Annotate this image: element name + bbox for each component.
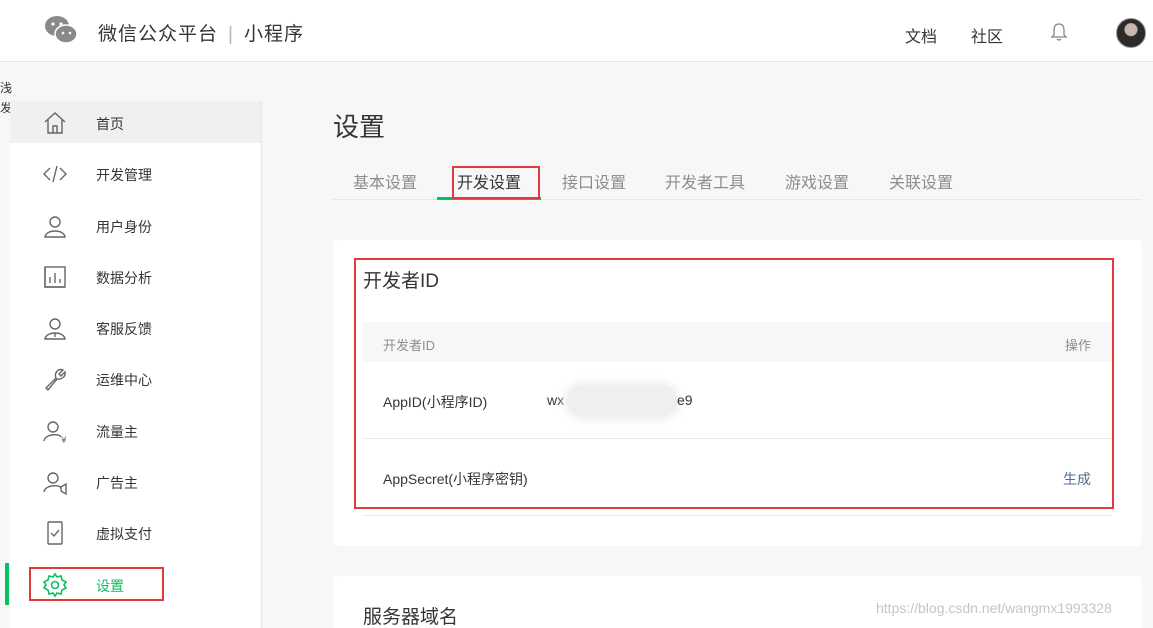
tab-game-settings[interactable]: 游戏设置 [785, 169, 849, 193]
sidebar-item-ops-center[interactable]: 运维中心 [10, 357, 261, 399]
user-yen-icon: ¥ [43, 421, 67, 444]
phone-check-icon [47, 521, 63, 545]
sidebar-item-label: 客服反馈 [96, 321, 152, 337]
sidebar-item-dev-management[interactable]: 开发管理 [10, 152, 261, 194]
sidebar-item-label: 运维中心 [96, 372, 152, 388]
sidebar-item-label: 广告主 [96, 475, 138, 491]
sidebar-item-advertiser[interactable]: 广告主 [10, 460, 261, 502]
bar-chart-icon [44, 266, 66, 288]
tab-linked-settings[interactable]: 关联设置 [889, 169, 953, 193]
home-icon [44, 112, 66, 134]
sidebar-item-home[interactable]: 首页 [10, 101, 261, 143]
code-icon [43, 165, 67, 183]
tab-developer-tools[interactable]: 开发者工具 [665, 169, 745, 193]
sidebar-item-customer-feedback[interactable]: 客服反馈 [10, 306, 261, 348]
sidebar-item-label: 开发管理 [96, 167, 152, 183]
docs-link[interactable]: 文档 [905, 23, 937, 47]
product-name: 小程序 [243, 24, 304, 45]
sidebar-item-label: 虚拟支付 [96, 526, 152, 542]
bell-icon[interactable] [1050, 22, 1068, 42]
community-link[interactable]: 社区 [971, 23, 1003, 47]
server-domain-title: 服务器域名 [363, 607, 459, 628]
row-divider [363, 515, 1112, 516]
sidebar-item-traffic-master[interactable]: ¥ 流量主 [10, 409, 261, 451]
highlight-settings-item [29, 567, 164, 601]
highlight-dev-tab [452, 166, 540, 199]
edge-char-1: 浅 [0, 81, 13, 95]
page-title: 设置 [333, 112, 386, 142]
sidebar-item-label: 用户身份 [96, 219, 152, 235]
user-icon [44, 216, 66, 238]
sidebar-item-virtual-payment[interactable]: 虚拟支付 [10, 511, 261, 553]
support-icon [44, 318, 66, 340]
user-megaphone-icon [43, 472, 67, 495]
wechat-logo-icon[interactable] [44, 14, 78, 46]
highlight-developer-id [354, 258, 1114, 509]
sidebar-item-label: 数据分析 [96, 270, 152, 286]
sidebar-item-data-analysis[interactable]: 数据分析 [10, 255, 261, 297]
svg-text:¥: ¥ [61, 436, 67, 444]
top-bar: 微信公众平台 | 小程序 文档 社区 [0, 0, 1153, 62]
sidebar-item-user-identity[interactable]: 用户身份 [10, 204, 261, 246]
watermark: https://blog.csdn.net/wangmx1993328 [876, 600, 1112, 616]
wrench-icon [45, 368, 66, 392]
sidebar-item-label: 首页 [96, 116, 124, 132]
brand-separator: | [228, 24, 234, 45]
sidebar-item-label: 流量主 [96, 424, 138, 440]
platform-title[interactable]: 微信公众平台 | 小程序 [98, 19, 304, 46]
tab-interface-settings[interactable]: 接口设置 [562, 169, 626, 193]
brand-name: 微信公众平台 [98, 24, 219, 45]
tab-basic-settings[interactable]: 基本设置 [353, 169, 417, 193]
sidebar: 首页 开发管理 用户身份 数据分析 客服反馈 运维中心 ¥ 流量主 广告主 虚拟… [10, 101, 262, 628]
active-indicator [5, 563, 9, 605]
avatar[interactable] [1116, 18, 1146, 48]
